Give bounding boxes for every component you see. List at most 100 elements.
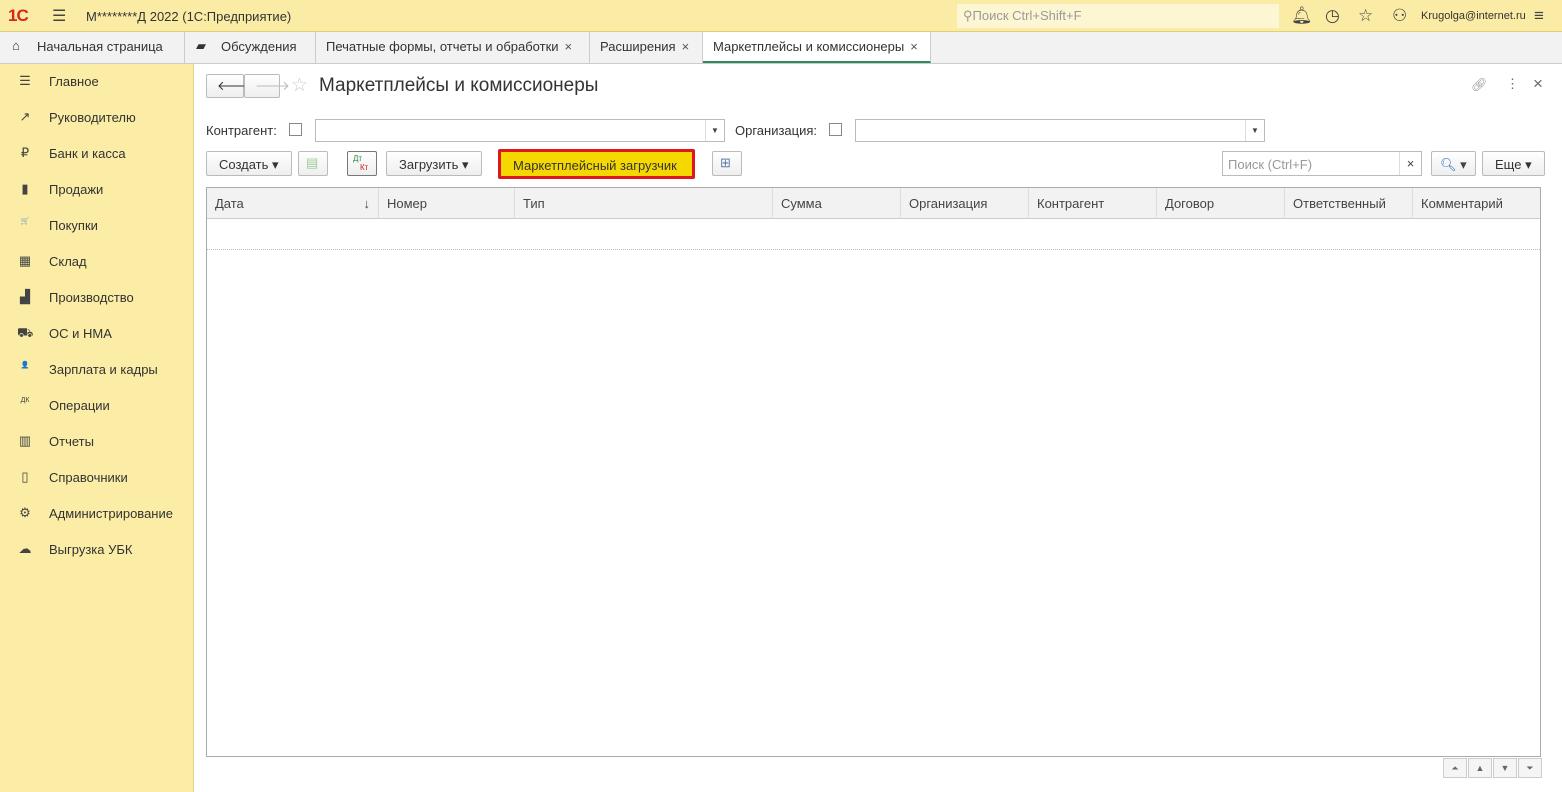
- kontragent-label: Контрагент:: [206, 123, 277, 138]
- scroll-down-icon[interactable]: ▼: [1493, 758, 1517, 778]
- column-header-contract[interactable]: Договор: [1157, 188, 1285, 219]
- sidebar-item-label: Руководителю: [49, 110, 136, 125]
- documents-table[interactable]: Дата ↓ Номер Тип Сумма Организация Контра…: [206, 187, 1541, 757]
- search-icon: ⚲: [963, 8, 973, 23]
- sidebar-item-icon: ▮: [21, 181, 29, 196]
- tab-label: Начальная страница: [37, 39, 163, 54]
- copy-document-icon[interactable]: ▤: [298, 151, 328, 176]
- dropdown-icon[interactable]: ▼: [705, 120, 724, 141]
- sidebar-item-icon: ⚙: [19, 505, 31, 520]
- create-button[interactable]: Создать ▾: [206, 151, 292, 176]
- sidebar-item-icon: 👤: [20, 362, 30, 369]
- scroll-up-icon[interactable]: ▲: [1468, 758, 1492, 778]
- sidebar-item[interactable]: ▦ Склад: [0, 244, 193, 280]
- sidebar-item[interactable]: ₽ Банк и касса: [0, 136, 193, 172]
- sidebar-item[interactable]: ▮ Продажи: [0, 172, 193, 208]
- sidebar-item[interactable]: ↗ Руководителю: [0, 100, 193, 136]
- sidebar-item-label: Производство: [49, 290, 134, 305]
- tab-label: Маркетплейсы и комиссионеры: [713, 39, 905, 54]
- title-bar: 1С ☰ М********Д 2022 (1С:Предприятие) ⚲П…: [0, 0, 1562, 32]
- column-header-organization[interactable]: Организация: [901, 188, 1029, 219]
- org-label: Организация:: [735, 123, 818, 138]
- sidebar-item-label: Администрирование: [49, 506, 173, 521]
- 1c-logo: 1С: [8, 6, 29, 25]
- clear-icon[interactable]: ×: [1399, 152, 1421, 175]
- sidebar-item-label: Главное: [49, 74, 99, 89]
- org-input[interactable]: ▼: [855, 119, 1265, 142]
- sidebar-item-icon: ☰: [19, 73, 31, 88]
- more-vertical-icon[interactable]: ⋮: [1506, 76, 1519, 92]
- load-button[interactable]: Загрузить ▾: [386, 151, 482, 176]
- marketplace-loader-button[interactable]: Маркетплейсный загрузчик: [498, 149, 695, 179]
- tab-bar: ⌂ Начальная страница ▰ Обсуждения Печатные…: [0, 32, 1562, 64]
- user-name[interactable]: Krugolga@internet.ru: [1421, 10, 1526, 22]
- link-icon[interactable]: 🔗︎: [1471, 77, 1488, 93]
- sidebar-item[interactable]: ▥ Отчеты: [0, 424, 193, 460]
- close-icon[interactable]: ×: [910, 39, 918, 54]
- sort-desc-icon: ↓: [363, 196, 371, 211]
- star-icon[interactable]: ☆: [1358, 6, 1373, 26]
- list-search-input[interactable]: Поиск (Ctrl+F) ×: [1222, 151, 1422, 176]
- sidebar-item[interactable]: ☰ Главное: [0, 64, 193, 100]
- close-icon[interactable]: ×: [682, 39, 690, 54]
- tab-home[interactable]: ⌂ Начальная страница: [0, 32, 185, 63]
- favorite-star-icon[interactable]: ☆: [291, 74, 308, 97]
- sidebar-item-label: Продажи: [49, 182, 104, 197]
- kontragent-checkbox[interactable]: [289, 123, 302, 136]
- main-menu-icon[interactable]: ☰: [52, 6, 66, 26]
- scroll-top-icon[interactable]: ⏶: [1443, 758, 1467, 778]
- sidebar-item[interactable]: ⛟ ОС и НМА: [0, 316, 193, 352]
- kt-label: Кт: [360, 163, 369, 172]
- search-options-button[interactable]: 🔍︎ ▾: [1431, 151, 1476, 176]
- column-header-date[interactable]: Дата ↓: [207, 188, 379, 219]
- sidebar-item-icon: ДК: [20, 397, 30, 404]
- structure-icon[interactable]: ⊞: [712, 151, 742, 176]
- sidebar-item[interactable]: 🛒 Покупки: [0, 208, 193, 244]
- users-icon[interactable]: ⚇: [1392, 6, 1407, 26]
- bell-icon[interactable]: 🔔︎: [1291, 6, 1313, 26]
- search-placeholder: Поиск Ctrl+Shift+F: [972, 8, 1082, 23]
- tab-marketplaces[interactable]: Маркетплейсы и комиссионеры ×: [703, 32, 931, 63]
- dropdown-icon[interactable]: ▼: [1245, 120, 1264, 141]
- scroll-bottom-icon[interactable]: ⏷: [1518, 758, 1542, 778]
- sidebar-item-icon: ▯: [21, 469, 29, 484]
- back-button[interactable]: 🡐: [206, 74, 252, 98]
- sidebar-item-icon: ☁: [18, 541, 32, 556]
- search-placeholder: Поиск (Ctrl+F): [1228, 157, 1313, 172]
- forward-button[interactable]: 🡒: [244, 74, 290, 98]
- column-header-sum[interactable]: Сумма: [773, 188, 901, 219]
- global-search-input[interactable]: ⚲Поиск Ctrl+Shift+F: [957, 4, 1279, 28]
- column-header-comment[interactable]: Комментарий: [1413, 188, 1540, 219]
- app-title: М********Д 2022 (1С:Предприятие): [86, 9, 292, 24]
- history-icon[interactable]: ◷: [1325, 6, 1340, 26]
- sidebar-item-label: Отчеты: [49, 434, 94, 449]
- kontragent-input[interactable]: ▼: [315, 119, 725, 142]
- sidebar-item[interactable]: ⚙ Администрирование: [0, 496, 193, 532]
- chat-icon: ▰: [196, 38, 206, 53]
- column-header-kontragent[interactable]: Контрагент: [1029, 188, 1157, 219]
- tab-label: Печатные формы, отчеты и обработки: [326, 39, 559, 54]
- tab-discussions[interactable]: ▰ Обсуждения: [185, 32, 316, 63]
- column-header-responsible[interactable]: Ответственный: [1285, 188, 1413, 219]
- load-label: Загрузить: [399, 157, 459, 172]
- sidebar-item[interactable]: ДК Операции: [0, 388, 193, 424]
- close-form-icon[interactable]: ×: [1533, 74, 1543, 94]
- close-icon[interactable]: ×: [565, 39, 573, 54]
- more-button[interactable]: Еще ▾: [1482, 151, 1545, 176]
- tab-print-forms[interactable]: Печатные формы, отчеты и обработки ×: [316, 32, 590, 63]
- sidebar-item-icon: ₽: [20, 145, 30, 160]
- home-icon: ⌂: [12, 38, 20, 53]
- table-row[interactable]: [207, 219, 1540, 250]
- sidebar-item-icon: ⛟: [17, 325, 34, 340]
- sidebar-item[interactable]: ☁ Выгрузка УБК: [0, 532, 193, 568]
- tab-extensions[interactable]: Расширения ×: [590, 32, 703, 63]
- column-header-number[interactable]: Номер: [379, 188, 515, 219]
- column-header-type[interactable]: Тип: [515, 188, 773, 219]
- sidebar-item-icon: 🛒: [20, 218, 30, 225]
- sidebar-item[interactable]: ▟ Производство: [0, 280, 193, 316]
- org-checkbox[interactable]: [829, 123, 842, 136]
- settings-menu-icon[interactable]: ≡: [1534, 6, 1544, 26]
- dt-kt-button[interactable]: Дт Кт: [347, 151, 377, 176]
- sidebar-item[interactable]: 👤 Зарплата и кадры: [0, 352, 193, 388]
- sidebar-item[interactable]: ▯ Справочники: [0, 460, 193, 496]
